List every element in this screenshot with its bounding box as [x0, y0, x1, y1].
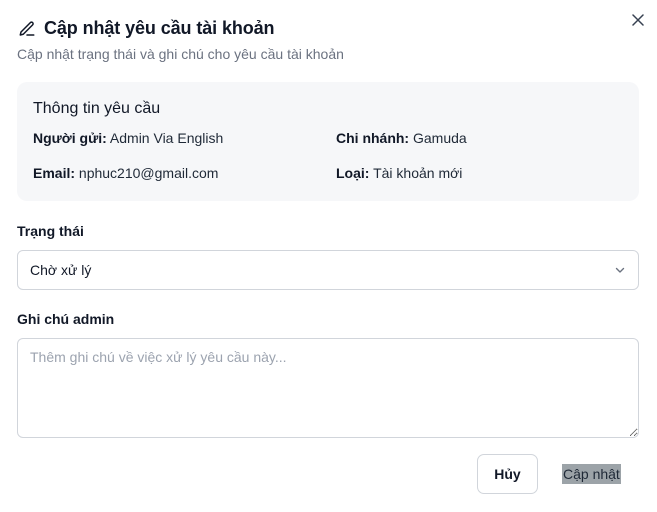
email-row: Email: nphuc210@gmail.com — [33, 165, 336, 181]
branch-label: Chi nhánh: — [336, 130, 410, 146]
close-icon — [632, 14, 644, 26]
update-request-dialog: Cập nhật yêu cầu tài khoản Cập nhật trạn… — [0, 0, 657, 512]
sender-value: Admin Via English — [109, 130, 224, 146]
update-button[interactable]: Cập nhật — [562, 464, 621, 484]
sender-row: Người gửi: Admin Via English — [33, 130, 336, 146]
status-label: Trạng thái — [17, 223, 84, 239]
email-label: Email: — [33, 165, 76, 181]
branch-value: Gamuda — [413, 130, 467, 146]
type-label: Loại: — [336, 165, 370, 181]
note-label: Ghi chú admin — [17, 311, 115, 327]
sender-label: Người gửi: — [33, 130, 107, 146]
type-value: Tài khoản mới — [373, 165, 463, 181]
status-selected-value: Chờ xử lý — [30, 262, 92, 278]
type-row: Loại: Tài khoản mới — [336, 165, 623, 181]
chevron-down-icon — [615, 267, 625, 273]
status-select[interactable]: Chờ xử lý — [17, 250, 639, 290]
dialog-title: Cập nhật yêu cầu tài khoản — [44, 18, 275, 38]
cancel-button[interactable]: Hủy — [477, 454, 538, 494]
pencil-icon — [17, 19, 37, 39]
request-info-card: Thông tin yêu cầu Người gửi: Admin Via E… — [17, 82, 639, 201]
info-heading: Thông tin yêu cầu — [33, 100, 161, 117]
dialog-subtitle: Cập nhật trạng thái và ghi chú cho yêu c… — [17, 46, 344, 62]
title-row: Cập nhật yêu cầu tài khoản — [17, 18, 617, 39]
email-value: nphuc210@gmail.com — [78, 165, 219, 181]
admin-note-textarea[interactable] — [17, 338, 639, 438]
close-button[interactable] — [629, 11, 647, 29]
branch-row: Chi nhánh: Gamuda — [336, 130, 623, 146]
info-grid: Người gửi: Admin Via English Chi nhánh: … — [33, 130, 623, 181]
dialog-header: Cập nhật yêu cầu tài khoản Cập nhật trạn… — [17, 18, 617, 62]
